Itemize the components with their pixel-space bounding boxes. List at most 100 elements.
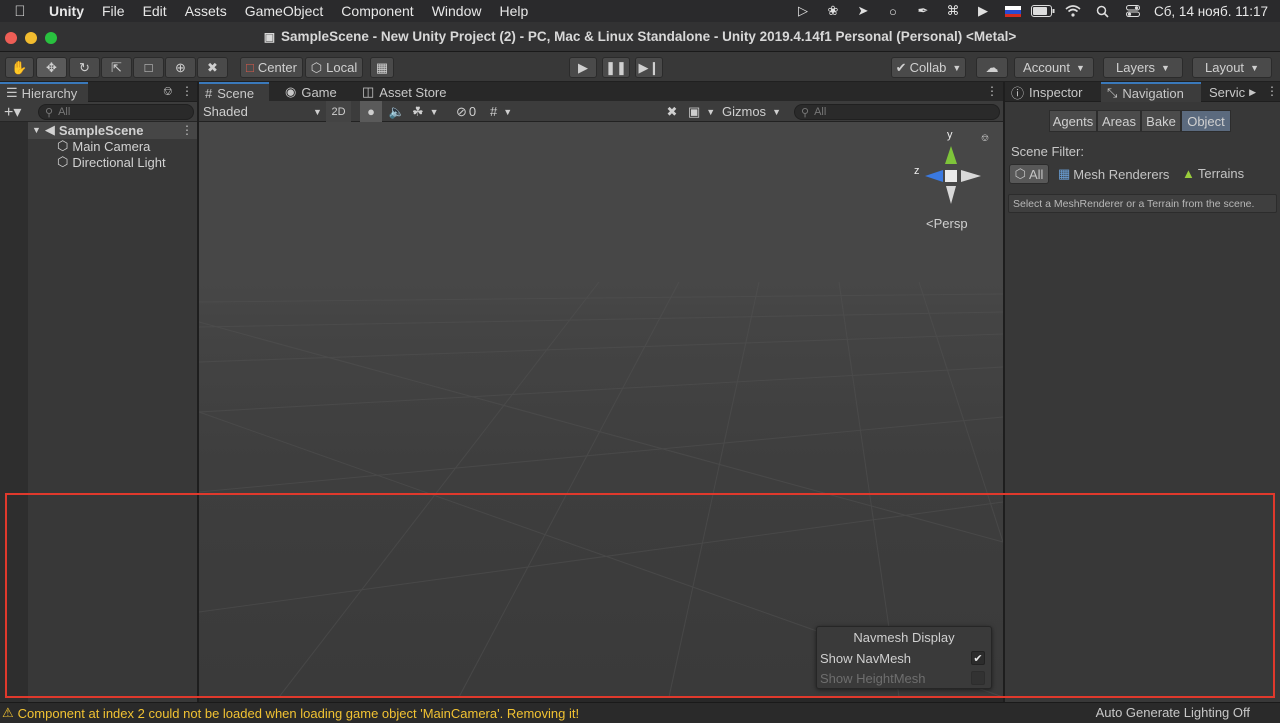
pause-button[interactable]: ❚❚ <box>602 57 630 78</box>
chevron-down-icon: ▼ <box>952 62 962 73</box>
play-button[interactable]: ▶ <box>569 57 597 78</box>
leaf-icon[interactable]: ❀ <box>818 0 848 22</box>
russian-flag-icon[interactable] <box>998 0 1028 22</box>
tab-services[interactable]: Servic ▶ <box>1203 82 1262 102</box>
spotlight-search-icon[interactable] <box>1088 0 1118 22</box>
telegram-icon[interactable]: ➤ <box>848 0 878 22</box>
scene-tools-button[interactable]: ✖ <box>663 101 681 122</box>
play-circle-icon[interactable]: ▶ <box>968 0 998 22</box>
menu-component[interactable]: Component <box>332 3 422 19</box>
warning-icon: ⚠ <box>2 705 14 720</box>
hierarchy-scene-row[interactable]: ▼ ◀ SampleScene <box>32 122 143 138</box>
feather-icon[interactable]: ✒ <box>908 0 938 22</box>
lock-icon[interactable]: ⎊ <box>163 84 173 99</box>
lighting-status[interactable]: Auto Generate Lighting Off <box>1096 705 1250 720</box>
scene-tab-bar: # Scene ◉ Game ◫ Asset Store ⋮ <box>199 82 1003 102</box>
right-splitter[interactable] <box>1003 82 1005 702</box>
kebab-menu-icon[interactable]: ⋮ <box>181 84 193 98</box>
gizmo-lock-icon[interactable]: ⎊ <box>981 133 989 144</box>
hidden-objects-toggle[interactable]: ⊘ 0 <box>456 101 486 122</box>
tab-hierarchy[interactable]: ☰ Hierarchy <box>0 82 88 102</box>
tab-game[interactable]: ◉ Game <box>279 82 343 102</box>
orientation-gizmo[interactable] <box>911 134 991 214</box>
filter-terrains-button[interactable]: ▲ Terrains <box>1182 166 1244 181</box>
grid-snap-button[interactable]: ▦ <box>370 57 394 78</box>
item-label: Directional Light <box>72 154 166 170</box>
scene-search-input[interactable]: ⚲ All <box>794 104 1000 120</box>
zoom-window-button[interactable] <box>45 32 57 44</box>
moon-icon[interactable]: ○ <box>878 0 908 22</box>
battery-icon[interactable] <box>1028 0 1058 22</box>
minimize-window-button[interactable] <box>25 32 37 44</box>
apple-icon[interactable]:  <box>0 3 40 20</box>
filter-all-button[interactable]: ⬡ All <box>1009 164 1049 184</box>
camera-dropdown[interactable]: ▣ ▼ <box>688 101 718 122</box>
scale-tool-button[interactable]: ⇱ <box>101 57 132 78</box>
scene-kebab-icon[interactable]: ⋮ <box>181 123 193 137</box>
toggle-2d-button[interactable]: 2D <box>326 101 351 122</box>
rect-tool-button[interactable]: □ <box>133 57 164 78</box>
rotate-tool-button[interactable]: ↻ <box>69 57 100 78</box>
account-dropdown[interactable]: Account ▼ <box>1014 57 1094 78</box>
kebab-menu-icon[interactable]: ⋮ <box>986 84 998 98</box>
menu-gameobject[interactable]: GameObject <box>236 3 333 19</box>
shading-mode-dropdown[interactable]: Shaded ▼ <box>199 101 322 122</box>
close-window-button[interactable] <box>5 32 17 44</box>
pivot-local-button[interactable]: ⬡ Local <box>305 57 363 78</box>
move-tool-button[interactable]: ✥ <box>36 57 67 78</box>
menu-assets[interactable]: Assets <box>176 3 236 19</box>
filter-mesh-renderers-button[interactable]: ▦ Mesh Renderers <box>1058 166 1169 182</box>
projection-toggle[interactable]: <Persp <box>926 216 968 231</box>
audio-toggle[interactable]: 🔈 <box>386 101 408 122</box>
hand-tool-button[interactable]: ✋ <box>5 57 34 78</box>
gizmos-dropdown[interactable]: Gizmos ▼ <box>722 101 786 122</box>
scene-viewport[interactable]: y z ⎊ <Persp <box>199 122 1003 697</box>
menu-file[interactable]: File <box>93 3 134 19</box>
nav-bake-button[interactable]: Bake <box>1141 110 1181 132</box>
kebab-menu-icon[interactable]: ⋮ <box>1266 84 1278 98</box>
hierarchy-item-directional-light[interactable]: ⬡ Directional Light <box>57 154 166 170</box>
lighting-toggle[interactable]: ● <box>360 101 382 122</box>
layers-dropdown[interactable]: Layers ▼ <box>1103 57 1183 78</box>
tab-inspector[interactable]: ⓘ Inspector <box>1005 82 1089 102</box>
menu-app[interactable]: Unity <box>40 3 93 19</box>
tab-asset-store[interactable]: ◫ Asset Store <box>356 82 453 102</box>
tab-scene[interactable]: # Scene <box>199 82 269 102</box>
show-heightmesh-label: Show HeightMesh <box>820 671 926 686</box>
pivot-label: Center <box>257 60 297 75</box>
nav-areas-button[interactable]: Areas <box>1097 110 1141 132</box>
cloud-button[interactable]: ☁ <box>976 57 1008 78</box>
keyboard-icon[interactable]: ⌘ <box>938 0 968 22</box>
pivot-center-button[interactable]: □ Center <box>240 57 303 78</box>
control-center-icon[interactable] <box>1118 0 1148 22</box>
hierarchy-search-input[interactable]: ⚲ All <box>38 104 194 120</box>
create-plus-icon[interactable]: +▾ <box>4 102 21 122</box>
unity-status-icon[interactable]: ▷ <box>788 0 818 22</box>
nav-object-button[interactable]: Object <box>1181 110 1231 132</box>
gizmo-y-label: y <box>947 129 953 141</box>
menu-window[interactable]: Window <box>423 3 491 19</box>
hierarchy-gutter <box>0 122 28 702</box>
mode2d-label: 2D <box>331 105 346 118</box>
grid-dropdown[interactable]: # ▼ <box>490 101 530 122</box>
wifi-icon[interactable] <box>1058 0 1088 22</box>
menu-help[interactable]: Help <box>490 3 537 19</box>
layout-dropdown[interactable]: Layout ▼ <box>1192 57 1272 78</box>
step-button[interactable]: ▶❙ <box>635 57 663 78</box>
menu-edit[interactable]: Edit <box>134 3 176 19</box>
show-navmesh-checkbox[interactable]: ✔ <box>971 651 985 665</box>
hierarchy-item-main-camera[interactable]: ⬡ Main Camera <box>57 138 150 154</box>
effects-dropdown[interactable]: ☘ ▼ <box>412 101 448 122</box>
transform-tool-button[interactable]: ⊕ <box>165 57 196 78</box>
nav-agents-button[interactable]: Agents <box>1049 110 1097 132</box>
collab-dropdown[interactable]: ✔ Collab ▼ <box>891 57 966 78</box>
info-icon: ⓘ <box>1011 85 1025 101</box>
menu-bar-clock[interactable]: Сб, 14 нояб. 11:17 <box>1148 4 1280 19</box>
custom-tool-button[interactable]: ✖ <box>197 57 228 78</box>
console-warning-message[interactable]: Component at index 2 could not be loaded… <box>18 706 579 721</box>
chevron-down-icon: ▼ <box>706 106 716 117</box>
left-splitter[interactable] <box>197 82 199 702</box>
list-icon: ☰ <box>6 85 18 100</box>
show-heightmesh-checkbox[interactable] <box>971 671 985 685</box>
tab-navigation[interactable]: ⤡ Navigation <box>1101 82 1201 102</box>
